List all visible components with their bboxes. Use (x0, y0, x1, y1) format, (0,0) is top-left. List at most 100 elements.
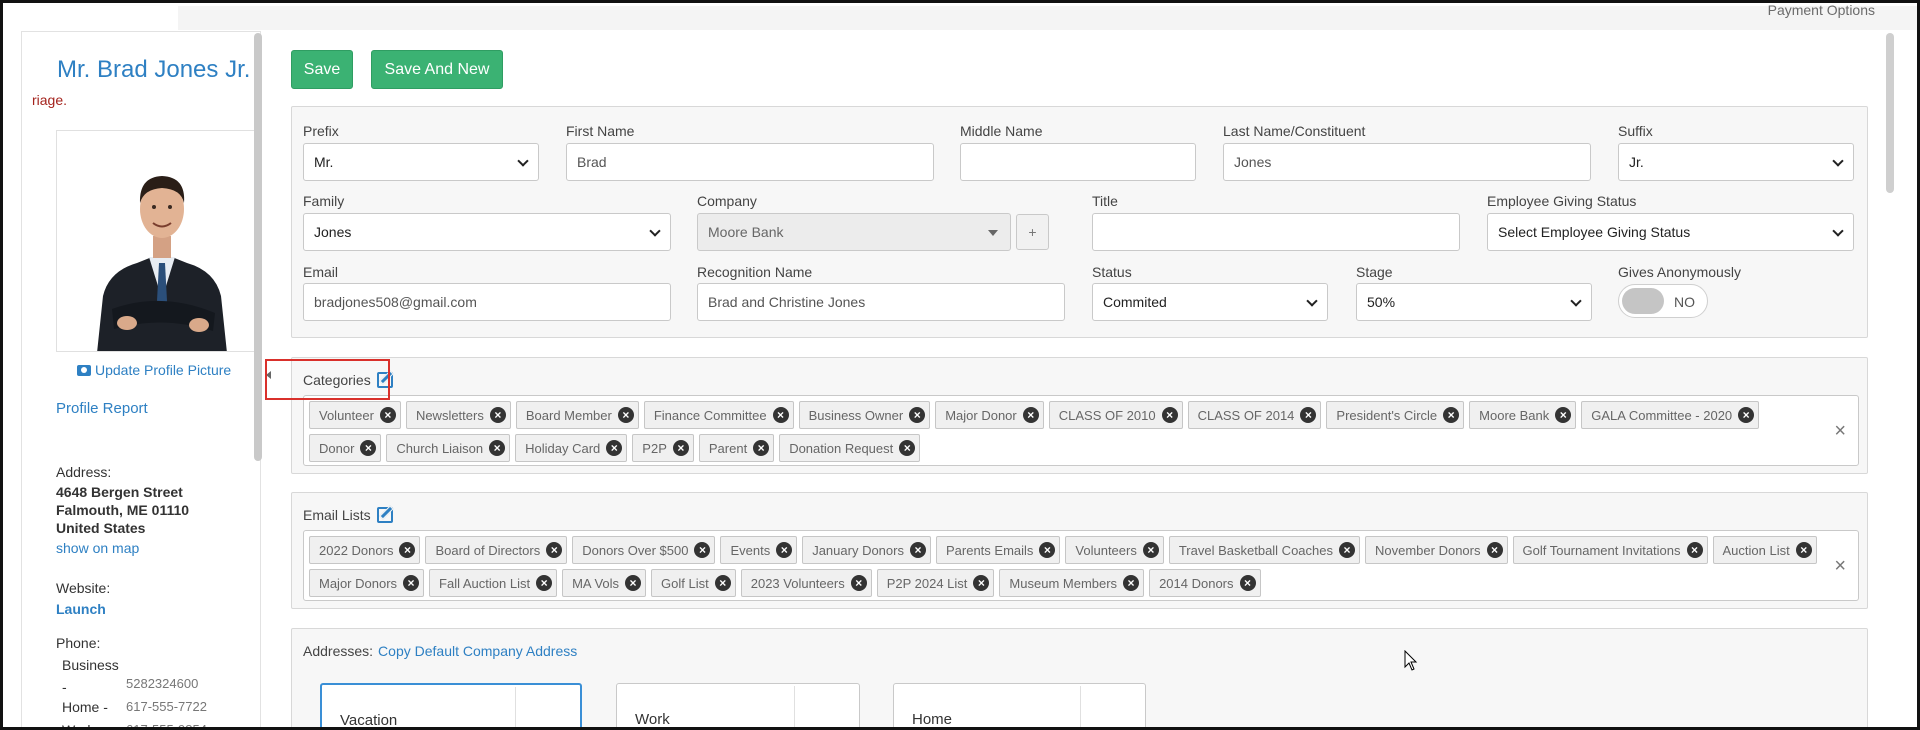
email-lists-tag-label: 2014 Donors (1159, 575, 1234, 591)
gives-anonymously-toggle[interactable]: NO (1618, 284, 1708, 318)
remove-tag-icon[interactable]: × (1686, 542, 1703, 558)
clear-email-lists-icon[interactable]: × (1834, 555, 1846, 578)
phone-work-number: 617-555-9854 (126, 722, 207, 730)
email-lists-tag: Travel Basketball Coaches × (1168, 536, 1360, 564)
edit-icon[interactable] (376, 507, 393, 523)
prefix-value: Mr. (314, 154, 334, 170)
profile-report-link[interactable]: Profile Report (56, 400, 148, 417)
prefix-select[interactable]: Mr. (303, 143, 539, 181)
remove-tag-icon[interactable]: × (1161, 407, 1178, 423)
remove-tag-icon[interactable]: × (1486, 542, 1503, 558)
remove-tag-icon[interactable]: × (617, 407, 634, 423)
remove-tag-icon[interactable]: × (403, 575, 420, 591)
remove-tag-icon[interactable]: × (1142, 542, 1159, 558)
remove-tag-icon[interactable]: × (753, 440, 770, 456)
main-content: Save Save And New Prefix Mr. First Name … (265, 31, 1893, 727)
address-card-home[interactable]: Home (893, 683, 1146, 727)
email-lists-tag-label: Fall Auction List (439, 575, 531, 591)
categories-tag-label: Business Owner (808, 407, 904, 423)
chevron-down-icon (1306, 295, 1318, 307)
remove-tag-icon[interactable]: × (772, 407, 789, 423)
remove-tag-icon[interactable]: × (489, 407, 506, 423)
remove-tag-icon[interactable]: × (973, 575, 990, 591)
remove-tag-icon[interactable]: × (546, 542, 563, 558)
remove-tag-icon[interactable]: × (899, 440, 916, 456)
notice-text: riage. (32, 92, 68, 108)
remove-tag-icon[interactable]: × (1039, 542, 1056, 558)
first-name-input[interactable]: Brad (566, 143, 934, 181)
email-input[interactable]: bradjones508@gmail.com (303, 283, 671, 321)
categories-tag: P2P × (632, 434, 694, 462)
remove-tag-icon[interactable]: × (1022, 407, 1039, 423)
email-lists-tag: 2014 Donors × (1149, 569, 1261, 597)
company-label: Company (697, 193, 757, 209)
employee-giving-select[interactable]: Select Employee Giving Status (1487, 213, 1854, 251)
phone-type-home: Home - (62, 699, 108, 715)
status-select[interactable]: Commited (1092, 283, 1328, 321)
remove-tag-icon[interactable]: × (379, 407, 396, 423)
save-and-new-button[interactable]: Save And New (371, 50, 503, 89)
remove-tag-icon[interactable]: × (1300, 407, 1317, 423)
recognition-name-input[interactable]: Brad and Christine Jones (697, 283, 1065, 321)
remove-tag-icon[interactable]: × (1555, 407, 1572, 423)
email-lists-tag-label: Major Donors (319, 575, 398, 591)
remove-tag-icon[interactable]: × (1738, 407, 1755, 423)
categories-tag-list: Volunteer × Newsletters × Board Member × Finan… (309, 401, 1818, 462)
show-on-map-link[interactable]: show on map (56, 540, 139, 556)
clear-categories-icon[interactable]: × (1834, 420, 1846, 443)
title-input[interactable] (1092, 213, 1460, 251)
sidebar-scrollbar[interactable] (254, 33, 262, 461)
remove-tag-icon[interactable]: × (360, 440, 377, 456)
remove-tag-icon[interactable]: × (850, 575, 867, 591)
remove-tag-icon[interactable]: × (909, 407, 926, 423)
add-company-button[interactable]: + (1016, 214, 1049, 250)
email-lists-tag-input[interactable]: 2022 Donors × Board of Directors × Donors Ov… (303, 530, 1859, 601)
remove-tag-icon[interactable]: × (776, 542, 793, 558)
card-divider (515, 687, 516, 727)
email-lists-tag: Golf Tournament Invitations × (1512, 536, 1708, 564)
remove-tag-icon[interactable]: × (1339, 542, 1355, 558)
remove-tag-icon[interactable]: × (399, 542, 416, 558)
email-lists-tag-label: Auction List (1722, 542, 1790, 558)
address-label: Address: (56, 464, 112, 480)
remove-tag-icon[interactable]: × (625, 575, 642, 591)
suffix-select[interactable]: Jr. (1618, 143, 1854, 181)
remove-tag-icon[interactable]: × (672, 440, 689, 456)
remove-tag-icon[interactable]: × (714, 575, 731, 591)
email-lists-tag: MA Vols × (562, 569, 647, 597)
email-lists-tag-label: Museum Members (1009, 575, 1118, 591)
save-button[interactable]: Save (291, 50, 353, 89)
website-launch-link[interactable]: Launch (56, 601, 106, 617)
remove-tag-icon[interactable]: × (606, 440, 623, 456)
address-card-work[interactable]: Work (616, 683, 860, 727)
categories-tag-label: Church Liaison (396, 440, 484, 456)
company-select[interactable]: Moore Bank (697, 213, 1011, 251)
categories-tag-label: Board Member (525, 407, 612, 423)
stage-select[interactable]: 50% (1356, 283, 1592, 321)
remove-tag-icon[interactable]: × (489, 440, 506, 456)
copy-default-company-address-link[interactable]: Copy Default Company Address (378, 643, 577, 659)
update-profile-picture-label: Update Profile Picture (95, 362, 232, 378)
family-select[interactable]: Jones (303, 213, 671, 251)
remove-tag-icon[interactable]: × (694, 542, 711, 558)
remove-tag-icon[interactable]: × (1443, 407, 1460, 423)
update-profile-picture-link[interactable]: Update Profile Picture (77, 362, 231, 378)
chevron-down-icon (1832, 155, 1844, 167)
remove-tag-icon[interactable]: × (1795, 542, 1812, 558)
categories-tag-label: CLASS OF 2014 (1197, 407, 1295, 423)
remove-tag-icon[interactable]: × (1239, 575, 1256, 591)
categories-tag-input[interactable]: Volunteer × Newsletters × Board Member × Finan… (303, 395, 1859, 466)
payment-options-link[interactable]: Payment Options (1768, 3, 1875, 18)
mouse-cursor-icon (1404, 650, 1418, 671)
remove-tag-icon[interactable]: × (1123, 575, 1140, 591)
address-card-vacation[interactable]: Vacation (320, 683, 582, 727)
main-scrollbar[interactable] (1886, 33, 1894, 193)
categories-panel: Categories Volunteer × Newsletters × Board M… (291, 357, 1868, 474)
categories-tag: Major Donor × (935, 401, 1044, 429)
remove-tag-icon[interactable]: × (909, 542, 926, 558)
last-name-input[interactable]: Jones (1223, 143, 1591, 181)
middle-name-input[interactable] (960, 143, 1196, 181)
remove-tag-icon[interactable]: × (536, 575, 553, 591)
email-lists-tag: Events × (720, 536, 798, 564)
categories-tag: Donation Request × (779, 434, 921, 462)
